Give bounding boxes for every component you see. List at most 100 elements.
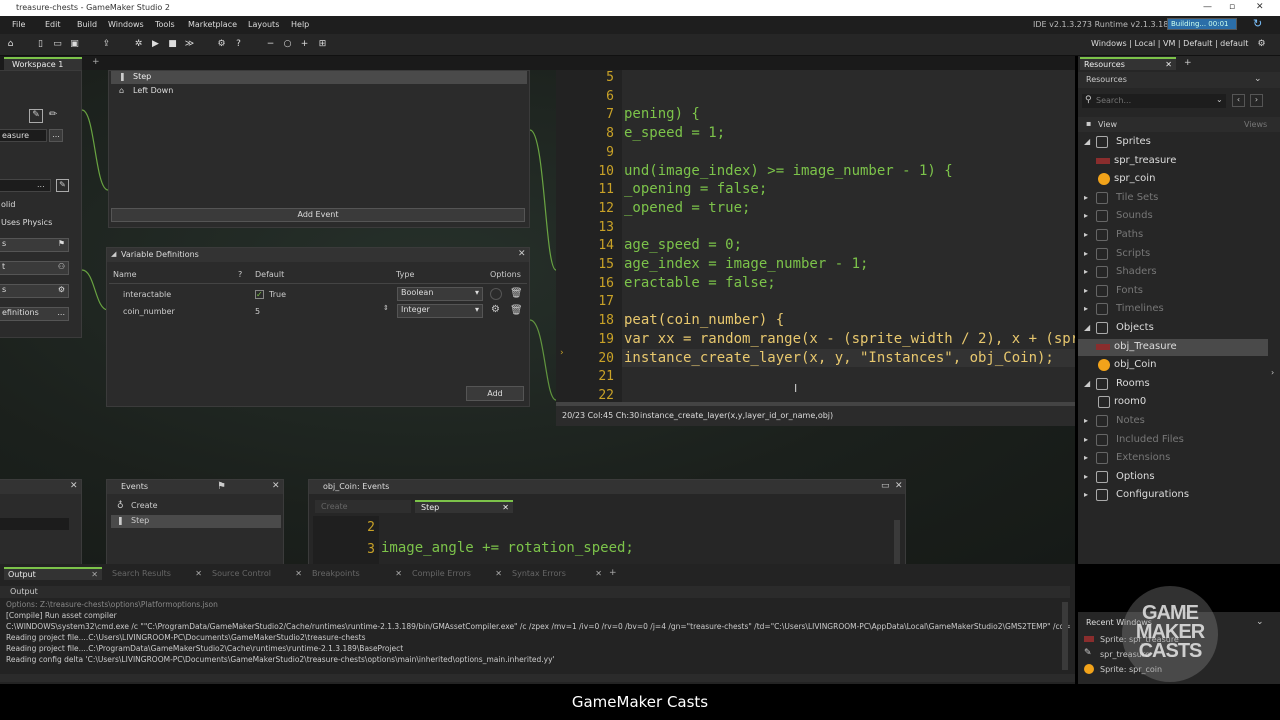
menu-build[interactable]: Build bbox=[77, 20, 97, 29]
physics-button[interactable]: s ⚙ bbox=[0, 284, 69, 298]
close-icon[interactable]: ✕ bbox=[1165, 59, 1172, 70]
expanded-arrow-icon[interactable]: ◢ bbox=[1084, 137, 1090, 146]
code-line[interactable]: _opening = false; bbox=[624, 181, 767, 197]
menu-edit[interactable]: Edit bbox=[45, 20, 61, 29]
resource-tree-item[interactable]: ▸ Notes bbox=[1078, 413, 1268, 430]
horizontal-scrollbar[interactable] bbox=[556, 402, 1075, 406]
collapsed-arrow-icon[interactable]: ▸ bbox=[1084, 230, 1088, 239]
event-step-row[interactable]: ❚ Step bbox=[111, 71, 527, 84]
code-line[interactable]: eractable = false; bbox=[624, 275, 776, 291]
chevron-down-icon[interactable]: ⌄ bbox=[1254, 74, 1262, 84]
tab-create[interactable]: Create bbox=[315, 500, 411, 513]
add-tab-icon[interactable]: + bbox=[1184, 58, 1192, 68]
maximize-icon[interactable]: ▭ bbox=[881, 481, 890, 491]
event-create-row[interactable]: ♁ Create bbox=[111, 500, 281, 513]
parent-button[interactable]: t ⚇ bbox=[0, 261, 69, 275]
scrollbar[interactable] bbox=[894, 520, 900, 566]
tab-step[interactable]: Step ✕ bbox=[415, 500, 513, 513]
events-button[interactable]: s ⚑ bbox=[0, 238, 69, 252]
resource-search[interactable]: ⚲ ⌄ bbox=[1082, 94, 1226, 108]
maximize-icon[interactable]: ▫ bbox=[1229, 2, 1235, 12]
expanded-arrow-icon[interactable]: ◢ bbox=[1084, 379, 1090, 388]
refresh-icon[interactable]: ↻ bbox=[1253, 17, 1262, 30]
gear-icon[interactable]: ⚙ bbox=[491, 304, 500, 315]
code-line[interactable]: und(image_index) >= image_number - 1) { bbox=[624, 163, 953, 179]
package-icon[interactable]: ⇪ bbox=[100, 38, 113, 51]
object-name-field[interactable]: easure bbox=[0, 129, 47, 142]
open-project-icon[interactable]: ▭ bbox=[51, 38, 64, 51]
zoom-fit-icon[interactable]: ⊞ bbox=[316, 38, 329, 51]
collapse-icon[interactable]: ◢ bbox=[111, 250, 116, 258]
resource-tree-item[interactable]: ▸ Sounds bbox=[1078, 208, 1268, 225]
variable-row[interactable]: interactable ✓ True Boolean ▾ 🗑 bbox=[107, 287, 529, 303]
resource-tree-item[interactable]: ▸ Shaders bbox=[1078, 264, 1268, 281]
output-scrollbar[interactable] bbox=[1062, 602, 1068, 670]
menu-tools[interactable]: Tools bbox=[155, 20, 175, 29]
resource-tree-item[interactable]: ▸ Tile Sets bbox=[1078, 190, 1268, 207]
menu-layouts[interactable]: Layouts bbox=[248, 20, 279, 29]
resource-tree-item[interactable]: ▸ Timelines bbox=[1078, 301, 1268, 318]
code-line[interactable]: age_index = image_number - 1; bbox=[624, 256, 868, 272]
target-selector[interactable]: Windows | Local | VM | Default | default bbox=[1091, 39, 1248, 48]
resource-tree-item[interactable]: obj_Coin bbox=[1078, 357, 1268, 374]
stop-icon[interactable]: ■ bbox=[166, 38, 179, 51]
tab-resources[interactable]: Resources ✕ bbox=[1080, 57, 1176, 70]
code-line[interactable]: image_angle += rotation_speed; bbox=[381, 540, 634, 556]
collapsed-arrow-icon[interactable]: ▸ bbox=[1084, 286, 1088, 295]
close-icon[interactable]: ✕ bbox=[195, 567, 202, 580]
menu-file[interactable]: File bbox=[12, 20, 25, 29]
chevron-down-icon[interactable]: ⌄ bbox=[1256, 617, 1264, 627]
collapsed-arrow-icon[interactable]: ▸ bbox=[1084, 249, 1088, 258]
view-label[interactable]: View bbox=[1098, 120, 1117, 129]
run-icon[interactable]: ▶ bbox=[149, 38, 162, 51]
edit-sprite-button[interactable]: ✎ bbox=[56, 179, 69, 192]
resource-tree-item[interactable]: ▸ Paths bbox=[1078, 227, 1268, 244]
output-tab[interactable]: Output ✕ bbox=[4, 567, 102, 580]
close-icon[interactable]: ✕ bbox=[502, 502, 509, 513]
stepper-icon[interactable]: ⇕ bbox=[383, 304, 389, 312]
resource-tree-item[interactable]: ◢ Objects bbox=[1078, 320, 1268, 337]
checkbox-icon[interactable]: ✓ bbox=[255, 290, 264, 299]
variable-row[interactable]: coin_number 5 ⇕ Integer ▾ ⚙ 🗑 bbox=[107, 304, 529, 320]
zoom-out-icon[interactable]: − bbox=[264, 38, 277, 51]
resource-tree-item[interactable]: ▸ Scripts bbox=[1078, 246, 1268, 263]
code-line[interactable]: pening) { bbox=[624, 106, 700, 122]
close-icon[interactable]: ✕ bbox=[272, 481, 280, 491]
zoom-in-icon[interactable]: + bbox=[298, 38, 311, 51]
sprite-menu-icon[interactable]: ... bbox=[37, 180, 45, 189]
search-input[interactable] bbox=[1096, 95, 1206, 106]
delete-icon[interactable]: 🗑 bbox=[510, 305, 523, 316]
close-icon[interactable]: ✕ bbox=[395, 567, 402, 580]
output-tab[interactable]: Syntax Errors ✕ bbox=[508, 567, 606, 580]
resource-tree-item[interactable]: room0 bbox=[1078, 394, 1268, 411]
variable-definitions-button[interactable]: efinitions... bbox=[0, 307, 69, 321]
add-tab-icon[interactable]: + bbox=[609, 568, 617, 578]
expanded-arrow-icon[interactable]: ◢ bbox=[1084, 323, 1090, 332]
chevron-left-icon[interactable]: ‹ bbox=[1232, 94, 1245, 107]
collapsed-arrow-icon[interactable]: ▸ bbox=[1084, 472, 1088, 481]
code-editor[interactable]: 5 6 7 8 9 10 11 12 13 14 15 16 17 18 19 20 21 22 pening) … bbox=[556, 70, 1075, 426]
new-project-icon[interactable]: ▯ bbox=[34, 38, 47, 51]
name-options-button[interactable]: ... bbox=[49, 129, 63, 142]
minimize-icon[interactable]: — bbox=[1203, 2, 1212, 12]
code-line[interactable]: age_speed = 0; bbox=[624, 237, 742, 253]
close-icon[interactable]: ✕ bbox=[295, 567, 302, 580]
help-icon[interactable]: ? bbox=[238, 270, 242, 279]
resource-tree-item[interactable]: ▸ Fonts bbox=[1078, 283, 1268, 300]
settings-icon[interactable]: ⚙ bbox=[215, 38, 228, 51]
resource-tree-item[interactable]: ◢ Sprites bbox=[1078, 134, 1268, 151]
collapsed-arrow-icon[interactable]: ▸ bbox=[1084, 193, 1088, 202]
output-tab[interactable]: Source Control ✕ bbox=[208, 567, 306, 580]
zoom-reset-icon[interactable]: ○ bbox=[281, 38, 294, 51]
close-icon[interactable]: ✕ bbox=[595, 567, 602, 580]
home-icon[interactable]: ⌂ bbox=[4, 38, 17, 51]
resource-tree-item[interactable]: spr_coin bbox=[1078, 171, 1268, 188]
add-variable-button[interactable]: Add bbox=[466, 386, 524, 401]
delete-icon[interactable]: 🗑 bbox=[510, 288, 523, 299]
chevron-right-icon[interactable]: › bbox=[1250, 94, 1263, 107]
add-event-button[interactable]: Add Event bbox=[111, 208, 525, 222]
chevron-down-icon[interactable]: ⌄ bbox=[1216, 95, 1223, 104]
collapsed-arrow-icon[interactable]: ▸ bbox=[1084, 416, 1088, 425]
menu-help[interactable]: Help bbox=[291, 20, 309, 29]
clean-icon[interactable]: ≫ bbox=[183, 38, 196, 51]
